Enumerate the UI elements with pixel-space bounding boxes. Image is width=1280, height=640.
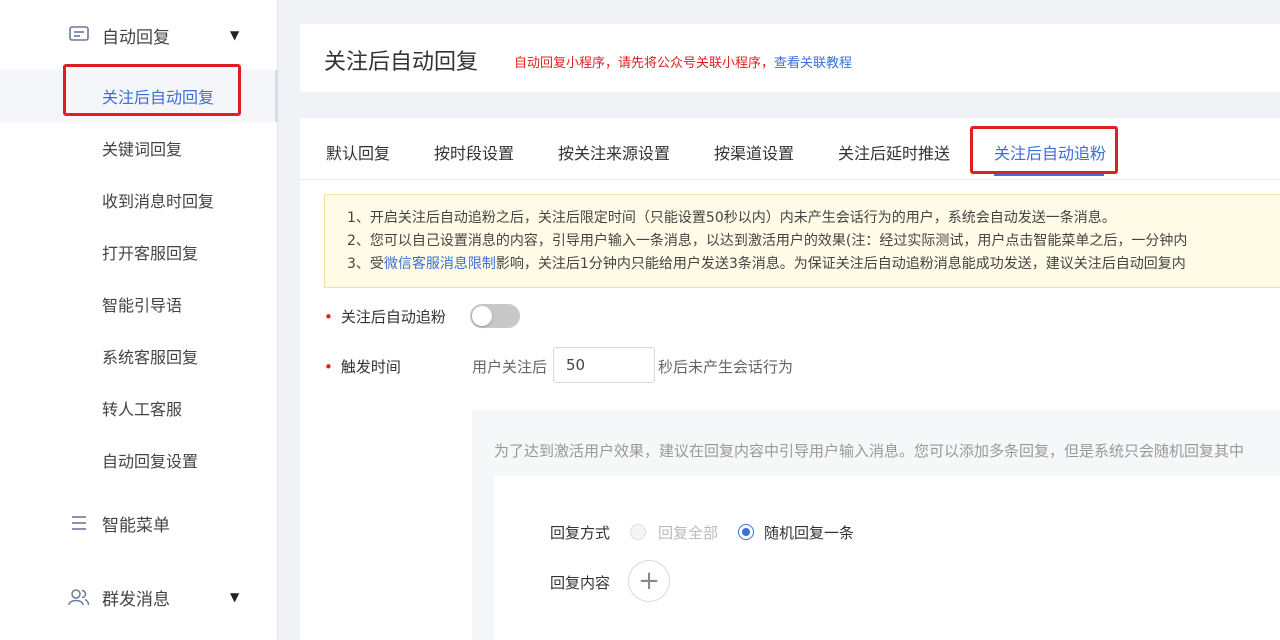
sidebar-group-auto-reply[interactable]: 自动回复 ▼ [0,20,278,50]
tab-by-follow-source[interactable]: 按关注来源设置 [558,140,670,164]
option-reply-all[interactable]: 回复全部 [658,522,718,543]
notice-line-1: 1、开启关注后自动追粉之后，关注后限定时间（只能设置50秒以内）内未产生会话行为… [347,210,1116,226]
sidebar-group-mass-message[interactable]: 群发消息 ▼ [0,582,278,612]
sidebar-item-message-reply[interactable]: 收到消息时回复 [0,174,278,226]
users-icon [68,586,90,608]
trigger-suffix: 秒后未产生会话行为 [658,358,794,376]
sidebar-item-label: 收到消息时回复 [102,192,215,211]
reply-panel: 为了达到激活用户效果，建议在回复内容中引导用户输入消息。您可以添加多条回复，但是… [472,410,1280,640]
notice-line-2: 2、您可以自己设置消息的内容，引导用户输入一条消息，以达到激活用户的效果(注：经… [347,233,1188,249]
sidebar-group-label: 智能菜单 [102,515,170,536]
tab-default-reply[interactable]: 默认回复 [326,140,390,164]
notice-box: 1、开启关注后自动追粉之后，关注后限定时间（只能设置50秒以内）内未产生会话行为… [324,194,1280,288]
sidebar-item-label: 转人工客服 [102,400,183,419]
sidebar-group-label: 自动回复 [102,27,170,48]
tab-auto-follow-up[interactable]: 关注后自动追粉 [994,140,1106,164]
notice-line-3-suffix: 影响，关注后1分钟内只能给用户发送3条消息。为保证关注后自动追粉消息能成功发送，… [495,256,1186,272]
sidebar-group-smart-menu[interactable]: 智能菜单 [0,508,278,538]
wechat-limit-link[interactable]: 微信客服消息限制 [384,256,496,272]
page-title: 关注后自动回复 [324,50,479,75]
required-mark: • [324,307,333,326]
sidebar-item-label: 自动回复设置 [102,452,199,471]
sidebar-item-label: 关键词回复 [102,140,183,159]
option-reply-random[interactable]: 随机回复一条 [764,522,854,543]
sidebar-item-follow-auto-reply[interactable]: 关注后自动回复 [0,70,278,122]
notice-line-3: 3、受微信客服消息限制影响，关注后1分钟内只能给用户发送3条消息。为保证关注后自… [347,253,1280,276]
auto-follow-row: • 关注后自动追粉 [324,306,446,327]
reply-content-label: 回复内容 [550,574,611,592]
sidebar-item-open-service-reply[interactable]: 打开客服回复 [0,226,278,278]
sidebar-item-smart-guide[interactable]: 智能引导语 [0,278,278,330]
reply-method-label: 回复方式 [550,524,611,542]
reply-settings: 回复方式 回复全部 随机回复一条 回复内容 + [494,476,1280,640]
toggle-knob [472,306,492,326]
plus-icon[interactable]: + [628,560,670,602]
trigger-time-label: 触发时间 [340,358,401,376]
required-mark: • [324,357,333,376]
sidebar-item-human-service[interactable]: 转人工客服 [0,382,278,434]
active-tab-indicator [994,174,1104,176]
trigger-prefix: 用户关注后 [472,358,548,376]
sidebar-group-label: 群发消息 [102,589,170,610]
sidebar-item-label: 打开客服回复 [102,244,199,263]
tab-bar: 默认回复 按时段设置 按关注来源设置 按渠道设置 关注后延时推送 关注后自动追粉 [300,118,1280,180]
sidebar-item-keyword-reply[interactable]: 关键词回复 [0,122,278,174]
radio-reply-random[interactable] [738,524,754,540]
auto-follow-toggle[interactable] [470,304,520,328]
tutorial-link[interactable]: 查看关联教程 [774,56,852,71]
trigger-seconds-input[interactable] [553,347,655,383]
message-square-icon [68,24,90,46]
tab-by-channel[interactable]: 按渠道设置 [714,140,794,164]
caret-down-icon[interactable]: ▼ [230,590,239,604]
header-note-text: 自动回复小程序，请先将公众号关联小程序， [514,56,775,71]
sidebar-item-auto-reply-settings[interactable]: 自动回复设置 [0,434,278,486]
tab-by-time[interactable]: 按时段设置 [434,140,514,164]
sidebar: 自动回复 ▼ 关注后自动回复 关键词回复 收到消息时回复 打开客服回复 智能引导… [0,0,278,640]
header-note: 自动回复小程序，请先将公众号关联小程序，查看关联教程 [514,52,852,71]
tab-delayed-push[interactable]: 关注后延时推送 [838,140,950,164]
auto-follow-label: 关注后自动追粉 [340,308,446,326]
caret-down-icon[interactable]: ▼ [230,28,239,42]
radio-reply-all[interactable] [630,524,646,540]
menu-list-icon [68,512,90,534]
sidebar-item-label: 系统客服回复 [102,348,199,367]
sidebar-item-label: 关注后自动回复 [102,88,215,107]
header-card: 关注后自动回复 自动回复小程序，请先将公众号关联小程序，查看关联教程 [300,24,1280,92]
sidebar-item-system-service-reply[interactable]: 系统客服回复 [0,330,278,382]
sidebar-item-label: 智能引导语 [102,296,183,315]
content-card: 默认回复 按时段设置 按关注来源设置 按渠道设置 关注后延时推送 关注后自动追粉… [300,118,1280,640]
trigger-time-row: • 触发时间 [324,356,401,377]
reply-hint: 为了达到激活用户效果，建议在回复内容中引导用户输入消息。您可以添加多条回复，但是… [494,442,1245,460]
notice-line-3-prefix: 3、受 [347,256,384,272]
